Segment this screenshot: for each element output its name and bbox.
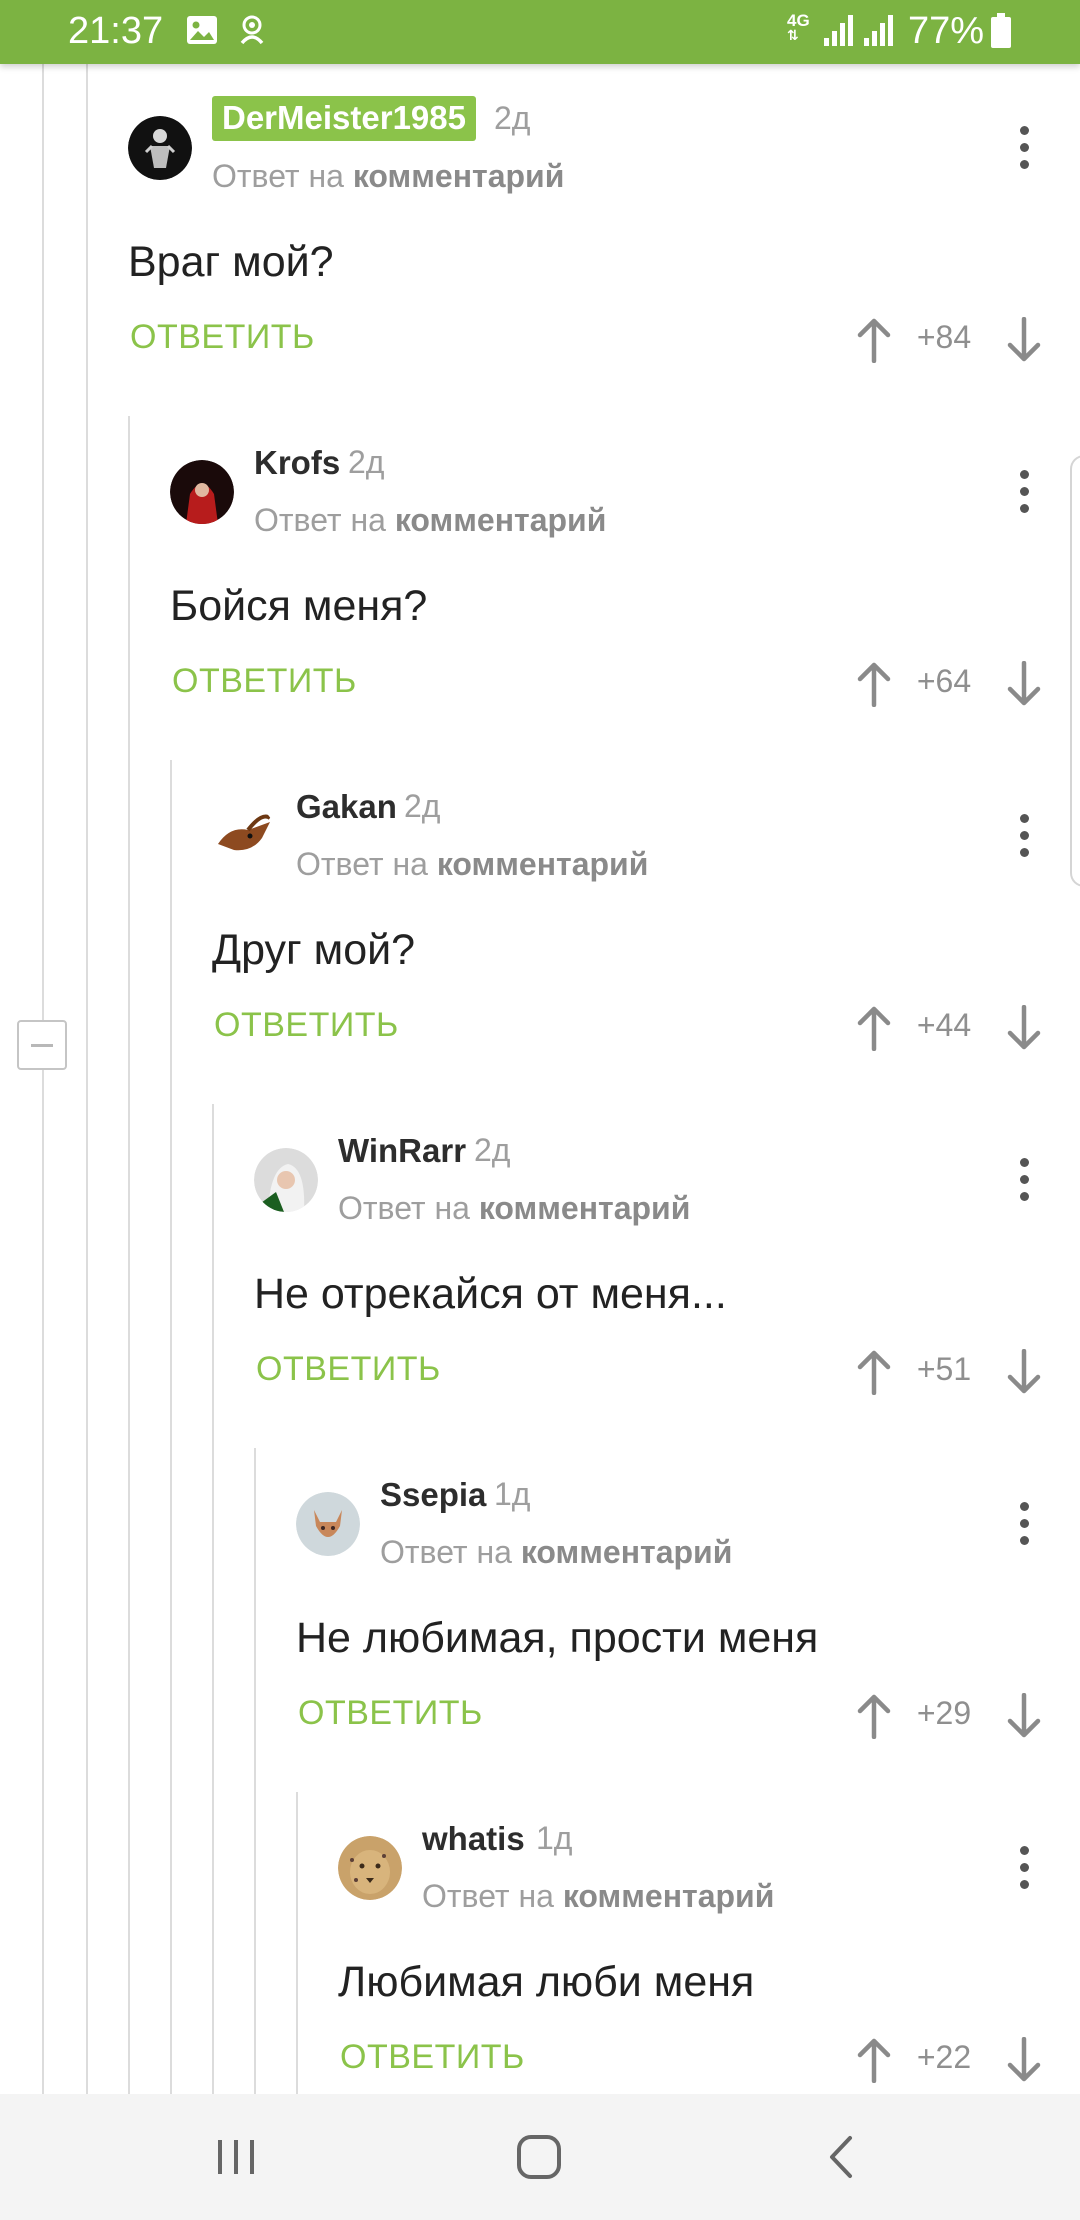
reply-to-label: Ответ на комментарий [422,1878,775,1914]
downvote-arrow-icon[interactable] [1006,661,1042,707]
more-options-icon[interactable] [1012,1158,1036,1214]
navigation-bar [0,2094,1080,2220]
network-indicator: 4G ⇅ [787,11,810,43]
comment: Ssepia 1д Ответ на комментарий Не любима… [0,1440,1080,1784]
comment: DerMeister1985 2д Ответ на комментарий В… [0,64,1080,408]
reply-to-comment-link[interactable]: комментарий [563,1878,775,1914]
avatar-image [212,804,276,868]
avatar[interactable] [338,1836,402,1900]
upvote-arrow-icon[interactable] [856,317,892,363]
home-icon[interactable] [516,2134,562,2180]
comment-score: +22 [916,2039,972,2075]
reply-to-comment-link[interactable]: комментарий [479,1190,691,1226]
comment-time: 1д [536,1820,573,1856]
reply-button[interactable]: ОТВЕТИТЬ [214,1006,399,1045]
comment-score: +44 [916,1007,972,1043]
comment-text: Друг мой? [212,926,416,974]
reply-button[interactable]: ОТВЕТИТЬ [256,1350,441,1389]
reply-to-comment-link[interactable]: комментарий [521,1534,733,1570]
reply-button[interactable]: ОТВЕТИТЬ [130,318,315,357]
comment-time: 2д [348,444,385,480]
avatar[interactable] [254,1148,318,1212]
comment: whatis 1д Ответ на комментарий Любимая л… [0,1784,1080,2128]
more-options-icon[interactable] [1012,1846,1036,1902]
username[interactable]: whatis [422,1820,525,1858]
avatar-image [296,1492,360,1556]
reply-button[interactable]: ОТВЕТИТЬ [172,662,357,701]
downvote-arrow-icon[interactable] [1006,2037,1042,2083]
reply-to-label: Ответ на комментарий [380,1534,733,1570]
comment: WinRarr 2д Ответ на комментарий Не отрек… [0,1096,1080,1440]
status-time: 21:37 [68,10,164,52]
username[interactable]: WinRarr [338,1132,466,1170]
comment-text: Не любимая, прости меня [296,1614,819,1662]
comment-text: Любимая люби меня [338,1958,755,2006]
battery-icon [991,13,1011,48]
username[interactable]: Ssepia [380,1476,486,1514]
comment-time: 2д [474,1132,511,1168]
downvote-arrow-icon[interactable] [1006,317,1042,363]
reply-to-label: Ответ на комментарий [296,846,649,882]
battery-percent: 77% [908,10,985,52]
signal-icon [864,15,893,46]
whatsapp-icon [240,15,264,45]
reply-to-comment-link[interactable]: комментарий [353,158,565,194]
comment-score: +64 [916,663,972,699]
downvote-arrow-icon[interactable] [1006,1349,1042,1395]
username-author-badge[interactable]: DerMeister1985 [212,96,476,141]
avatar-image [128,116,192,180]
avatar[interactable] [296,1492,360,1556]
back-icon[interactable] [826,2134,856,2180]
more-options-icon[interactable] [1012,1502,1036,1558]
avatar-image [338,1836,402,1900]
avatar[interactable] [170,460,234,524]
comment-time: 1д [494,1476,531,1512]
downvote-arrow-icon[interactable] [1006,1693,1042,1739]
username[interactable]: Krofs [254,444,340,482]
reply-to-comment-link[interactable]: комментарий [395,502,607,538]
comment-score: +29 [916,1695,972,1731]
upvote-arrow-icon[interactable] [856,1349,892,1395]
upvote-arrow-icon[interactable] [856,661,892,707]
image-icon [187,16,217,44]
avatar-image [254,1148,318,1212]
reply-to-label: Ответ на комментарий [338,1190,691,1226]
downvote-arrow-icon[interactable] [1006,1005,1042,1051]
avatar-image [170,460,234,524]
avatar[interactable] [128,116,192,180]
upvote-arrow-icon[interactable] [856,2037,892,2083]
comment-text: Враг мой? [128,238,334,286]
comment-score: +84 [916,319,972,355]
upvote-arrow-icon[interactable] [856,1693,892,1739]
reply-to-comment-link[interactable]: комментарий [437,846,649,882]
reply-to-label: Ответ на комментарий [254,502,607,538]
upvote-arrow-icon[interactable] [856,1005,892,1051]
comment: Krofs 2д Ответ на комментарий Бойся меня… [0,408,1080,752]
more-options-icon[interactable] [1012,814,1036,870]
reply-to-label: Ответ на комментарий [212,158,565,194]
comment-score: +51 [916,1351,972,1387]
reply-button[interactable]: ОТВЕТИТЬ [298,1694,483,1733]
avatar[interactable] [212,804,276,868]
more-options-icon[interactable] [1012,470,1036,526]
comment: Gakan 2д Ответ на комментарий Друг мой? … [0,752,1080,1096]
comment-time: 2д [494,100,531,136]
comment-text: Не отрекайся от меня... [254,1270,727,1318]
reply-button[interactable]: ОТВЕТИТЬ [340,2038,525,2077]
more-options-icon[interactable] [1012,126,1036,182]
signal-icon [824,15,853,46]
comment-text: Бойся меня? [170,582,428,630]
username[interactable]: Gakan [296,788,397,826]
recent-apps-icon[interactable] [216,2138,256,2176]
comment-time: 2д [404,788,441,824]
status-bar: 21:37 4G ⇅ 77% [0,0,1080,64]
